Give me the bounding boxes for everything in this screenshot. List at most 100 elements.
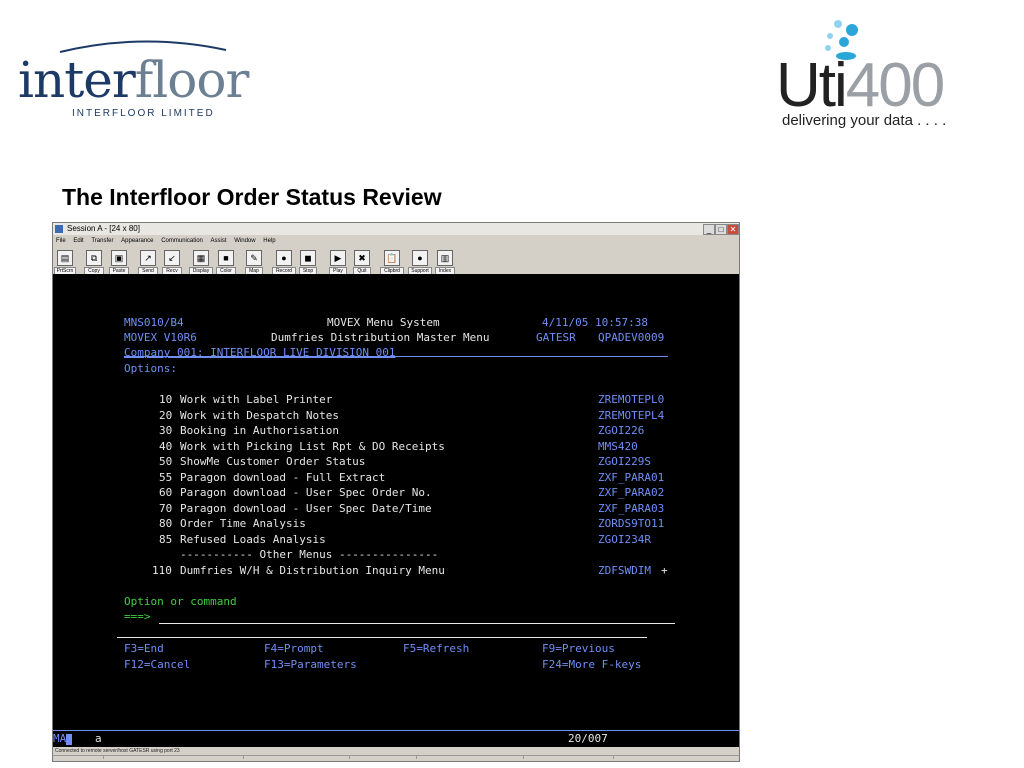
- option-program: ZXF_PARA02: [598, 486, 665, 499]
- option-text[interactable]: Booking in Authorisation: [180, 423, 339, 439]
- logo-subtitle: INTERFLOOR LIMITED: [72, 108, 215, 119]
- menu-communication[interactable]: Communication: [161, 238, 203, 244]
- menu-bar: File Edit Transfer Appearance Communicat…: [53, 236, 739, 247]
- company-line: Company 001: INTERFLOOR LIVE DIVISION 00…: [124, 346, 396, 359]
- terminal-screen[interactable]: MNS010/B4 MOVEX Menu System 4/11/05 10:5…: [53, 274, 739, 730]
- status-text: Connected to remote server/host GATESR u…: [55, 748, 180, 754]
- color-icon: ■: [218, 250, 234, 266]
- option-number[interactable]: 55: [159, 470, 172, 486]
- close-button[interactable]: ✕: [727, 224, 739, 235]
- menu-window[interactable]: Window: [234, 238, 255, 244]
- option-text[interactable]: ShowMe Customer Order Status: [180, 454, 365, 470]
- minimize-button[interactable]: _: [703, 224, 715, 235]
- map-icon: ✎: [246, 250, 262, 266]
- toolbar-play-button[interactable]: ▶ Play: [329, 248, 347, 276]
- toolbar-support-button[interactable]: ● Support: [408, 248, 432, 276]
- option-number[interactable]: 70: [159, 501, 172, 517]
- header-rule: [124, 356, 668, 357]
- logo-tagline: delivering your data . . . .: [782, 112, 947, 129]
- option-program: MMS420: [598, 439, 638, 453]
- display-icon: ▦: [193, 250, 209, 266]
- submenu-number[interactable]: 110: [152, 563, 172, 579]
- option-number[interactable]: 10: [159, 392, 172, 408]
- command-input[interactable]: [159, 623, 675, 624]
- play-icon: ▶: [330, 250, 346, 266]
- toolbar-record-button[interactable]: ● Record: [272, 248, 296, 276]
- option-text[interactable]: Work with Picking List Rpt & DO Receipts: [180, 439, 445, 455]
- fkey-separator: [117, 637, 647, 638]
- option-text[interactable]: Paragon download - User Spec Date/Time: [180, 501, 432, 517]
- toolbar-paste-button[interactable]: ▣ Paste: [109, 248, 129, 276]
- options-label: Options:: [124, 362, 177, 375]
- toolbar: ▤ PrtScrn ⧉ Copy ▣ Paste ↗ Send ↙ Recv ▦ Displ…: [53, 248, 739, 276]
- menu-transfer[interactable]: Transfer: [91, 238, 113, 244]
- toolbar-copy-button[interactable]: ⧉ Copy: [84, 248, 104, 276]
- movex-version: MOVEX V10R6: [124, 331, 197, 344]
- toolbar-quit-button[interactable]: ✖ Quit: [353, 248, 371, 276]
- terminal-window: Session A - [24 x 80] _ □ ✕ File Edit Tr…: [52, 222, 740, 762]
- toolbar-display-button[interactable]: ▦ Display: [189, 248, 213, 276]
- option-text[interactable]: Paragon download - User Spec Order No.: [180, 485, 432, 501]
- interfloor-logo: interfloor INTERFLOOR LIMITED: [18, 38, 258, 122]
- status-pane-divider: [523, 755, 524, 759]
- toolbar-prtscrn-button[interactable]: ▤ PrtScrn: [54, 248, 76, 276]
- user-id: GATESR: [536, 331, 576, 344]
- option-text[interactable]: Work with Despatch Notes: [180, 408, 339, 424]
- option-text[interactable]: Paragon download - Full Extract: [180, 470, 385, 486]
- option-text[interactable]: Order Time Analysis: [180, 516, 306, 532]
- option-program: ZGOI226: [598, 424, 645, 437]
- option-number[interactable]: 20: [159, 408, 172, 424]
- fkey-f13[interactable]: F13=Parameters: [264, 657, 357, 673]
- menu-appearance[interactable]: Appearance: [121, 238, 153, 244]
- toolbar-clipbrd-button[interactable]: 📋 Clipbrd: [380, 248, 404, 276]
- more-indicator: +: [661, 563, 668, 577]
- window-titlebar[interactable]: Session A - [24 x 80] _ □ ✕: [53, 223, 739, 235]
- logo-uti-text: Uti: [776, 51, 848, 120]
- quit-icon: ✖: [354, 250, 370, 266]
- logo-400-text: 400: [845, 51, 945, 120]
- menu-file[interactable]: File: [56, 238, 66, 244]
- fkey-f24[interactable]: F24=More F-keys: [542, 657, 641, 673]
- fkey-f4[interactable]: F4=Prompt: [264, 641, 324, 657]
- option-text[interactable]: Work with Label Printer: [180, 392, 332, 408]
- option-program: ZXF_PARA03: [598, 501, 665, 515]
- toolbar-map-button[interactable]: ✎ Map: [245, 248, 263, 276]
- submenu-text[interactable]: Dumfries W/H & Distribution Inquiry Menu: [180, 563, 445, 579]
- option-program: ZREMOTEPL0: [598, 393, 665, 406]
- cursor-block: [66, 733, 73, 745]
- menu-edit[interactable]: Edit: [73, 238, 83, 244]
- option-program: ZXF_PARA01: [598, 470, 665, 484]
- menu-assist[interactable]: Assist: [211, 238, 227, 244]
- status-pane-divider: [613, 755, 614, 759]
- fkey-f5[interactable]: F5=Refresh: [403, 641, 469, 657]
- prompt-arrow: ===>: [124, 610, 151, 623]
- fkey-f3[interactable]: F3=End: [124, 641, 164, 657]
- system-title: MOVEX Menu System: [327, 316, 440, 329]
- toolbar-stop-button[interactable]: ◼ Stop: [299, 248, 317, 276]
- option-number[interactable]: 40: [159, 439, 172, 455]
- fkey-f9[interactable]: F9=Previous: [542, 641, 615, 657]
- status-pane-divider: [103, 755, 104, 759]
- device-id: QPADEV0009: [598, 331, 665, 344]
- status-pane-divider: [243, 755, 244, 759]
- other-menus-separator: ----------- Other Menus ---------------: [180, 548, 439, 561]
- toolbar-send-button[interactable]: ↗ Send: [138, 248, 158, 276]
- option-number[interactable]: 50: [159, 454, 172, 470]
- option-program: ZGOI229S: [598, 455, 651, 468]
- toolbar-recv-button[interactable]: ↙ Recv: [162, 248, 182, 276]
- datetime: 4/11/05 10:57:38: [542, 316, 648, 329]
- option-number[interactable]: 30: [159, 423, 172, 439]
- fkey-f12[interactable]: F12=Cancel: [124, 657, 190, 673]
- receive-icon: ↙: [164, 250, 180, 266]
- logo-inter-text: inter: [18, 51, 136, 109]
- option-number[interactable]: 60: [159, 485, 172, 501]
- toolbar-index-button[interactable]: ▥ Index: [435, 248, 455, 276]
- menu-help[interactable]: Help: [263, 238, 275, 244]
- option-text[interactable]: Refused Loads Analysis: [180, 532, 326, 548]
- toolbar-color-button[interactable]: ■ Color: [216, 248, 236, 276]
- status-bar: Connected to remote server/host GATESR u…: [53, 747, 739, 760]
- option-number[interactable]: 80: [159, 516, 172, 532]
- option-number[interactable]: 85: [159, 532, 172, 548]
- interfloor-wordmark: interfloor: [18, 51, 249, 109]
- maximize-button[interactable]: □: [715, 224, 727, 235]
